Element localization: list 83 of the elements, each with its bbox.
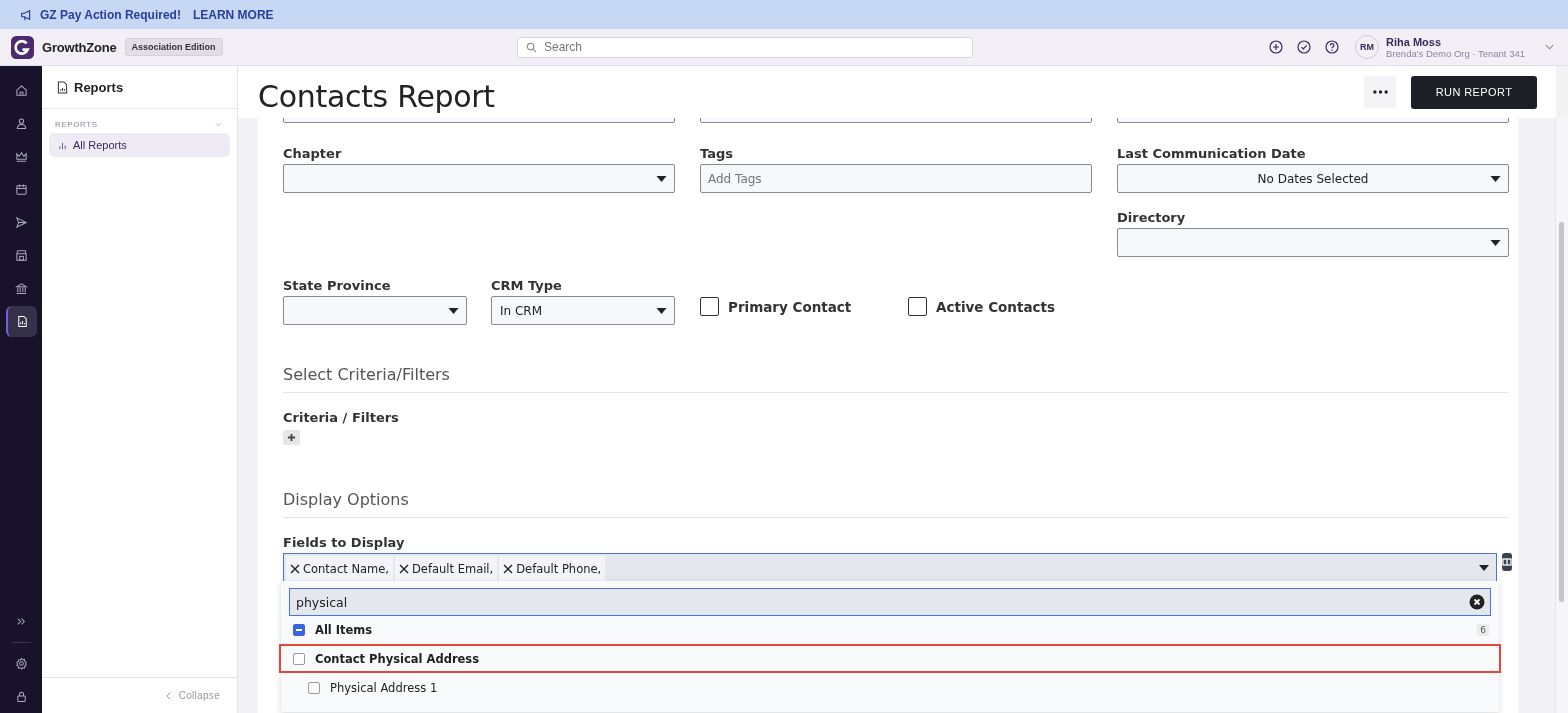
store-icon: [14, 249, 28, 262]
chevron-down-icon[interactable]: [1545, 44, 1554, 50]
select-field[interactable]: In CRM: [491, 296, 675, 325]
section-heading: Select Criteria/Filters: [283, 365, 1508, 393]
checkbox[interactable]: [700, 297, 719, 316]
caret-icon[interactable]: [1479, 565, 1489, 571]
add-icon[interactable]: [1269, 40, 1284, 54]
caret-icon: [656, 176, 667, 182]
count-badge: 6: [1477, 624, 1489, 636]
highlighted-option[interactable]: Contact Physical Address: [279, 644, 1501, 673]
more-icon: [1372, 90, 1388, 94]
remove-icon[interactable]: [290, 564, 300, 574]
crown-icon: [14, 150, 28, 163]
field-label: Fields to Display: [283, 535, 406, 550]
add-button[interactable]: [283, 430, 300, 445]
search-icon: [526, 41, 537, 53]
field-chip[interactable]: Contact Name,: [286, 556, 393, 582]
columns-icon: [1502, 558, 1512, 566]
field-label: CRM Type: [491, 278, 563, 293]
select-field[interactable]: [283, 296, 467, 325]
list-option[interactable]: Physical Address 1: [279, 673, 1501, 702]
report-icon: [15, 315, 29, 328]
option-label: Physical Address 1: [330, 680, 438, 695]
columns-button[interactable]: [1502, 553, 1512, 571]
select-field[interactable]: [1117, 228, 1509, 257]
person-icon: [14, 117, 28, 130]
nav-button[interactable]: [5, 306, 37, 337]
more-button[interactable]: [1364, 76, 1396, 108]
caret-icon: [448, 308, 459, 314]
field-label: Chapter: [283, 146, 343, 161]
option-label: Contact Physical Address: [315, 651, 480, 666]
select-all-checkbox[interactable]: [293, 624, 305, 636]
sidebar-title: Reports: [74, 79, 124, 95]
sidebar-item[interactable]: All Reports: [49, 133, 230, 157]
option-label: All Items: [315, 623, 373, 637]
field-label: Tags: [700, 146, 734, 161]
field-label: Directory: [1117, 210, 1187, 225]
report-icon: [57, 80, 68, 94]
field-chip[interactable]: Default Email,: [395, 556, 498, 582]
field-label: Last Communication Date: [1117, 146, 1307, 161]
tags-field[interactable]: Add Tags: [700, 164, 1092, 193]
run-report-button[interactable]: RUN REPORT: [1411, 75, 1537, 109]
search-field[interactable]: Search: [517, 36, 973, 58]
search-field[interactable]: physical: [289, 588, 1491, 616]
send-icon: [14, 216, 28, 229]
checkbox-label: Active Contacts: [936, 298, 1056, 315]
plus-icon: [287, 433, 296, 442]
calendar-icon: [14, 183, 28, 196]
help-icon[interactable]: [1325, 40, 1340, 54]
caret-icon: [1490, 176, 1501, 182]
clear-icon[interactable]: [1469, 594, 1485, 610]
checkbox[interactable]: [293, 652, 305, 665]
checkbox[interactable]: [908, 297, 927, 316]
chevron-left-icon: [165, 691, 171, 700]
user-org: Brenda's Demo Org · Tenant 341: [1386, 47, 1525, 59]
bar-chart-icon: [58, 140, 67, 150]
field-label: Criteria / Filters: [283, 410, 400, 425]
field-label: State Province: [283, 278, 392, 293]
page-title: Contacts Report: [258, 78, 496, 114]
edition-badge: Association Edition: [124, 38, 223, 56]
checkbox[interactable]: [308, 681, 320, 694]
lock-icon[interactable]: [14, 690, 28, 703]
date-select[interactable]: No Dates Selected: [1117, 164, 1509, 193]
section-label: REPORTS: [55, 120, 98, 129]
section-heading: Display Options: [283, 490, 1508, 518]
settings-icon[interactable]: [14, 657, 28, 670]
app-name: GrowthZone: [42, 39, 117, 55]
list-option[interactable]: All Items 6: [279, 616, 1501, 644]
home-icon: [14, 84, 28, 97]
caret-icon: [1490, 240, 1501, 246]
field-chip[interactable]: Default Phone,: [499, 556, 606, 582]
caret-icon: [656, 308, 667, 314]
remove-icon[interactable]: [399, 564, 409, 574]
bank-icon: [14, 282, 28, 295]
logo-icon: [11, 35, 34, 59]
banner-message: GZ Pay Action Required!: [40, 7, 181, 22]
learn-more-link[interactable]: LEARN MORE: [192, 7, 274, 22]
user-name: Riha Moss: [1386, 35, 1443, 48]
remove-icon[interactable]: [503, 564, 514, 574]
checkbox-label: Primary Contact: [728, 298, 852, 315]
select-field[interactable]: [283, 164, 675, 193]
multi-select-field[interactable]: Contact Name, Default Email, Default Phone,: [283, 553, 1497, 582]
check-circle-icon[interactable]: [1297, 40, 1312, 54]
